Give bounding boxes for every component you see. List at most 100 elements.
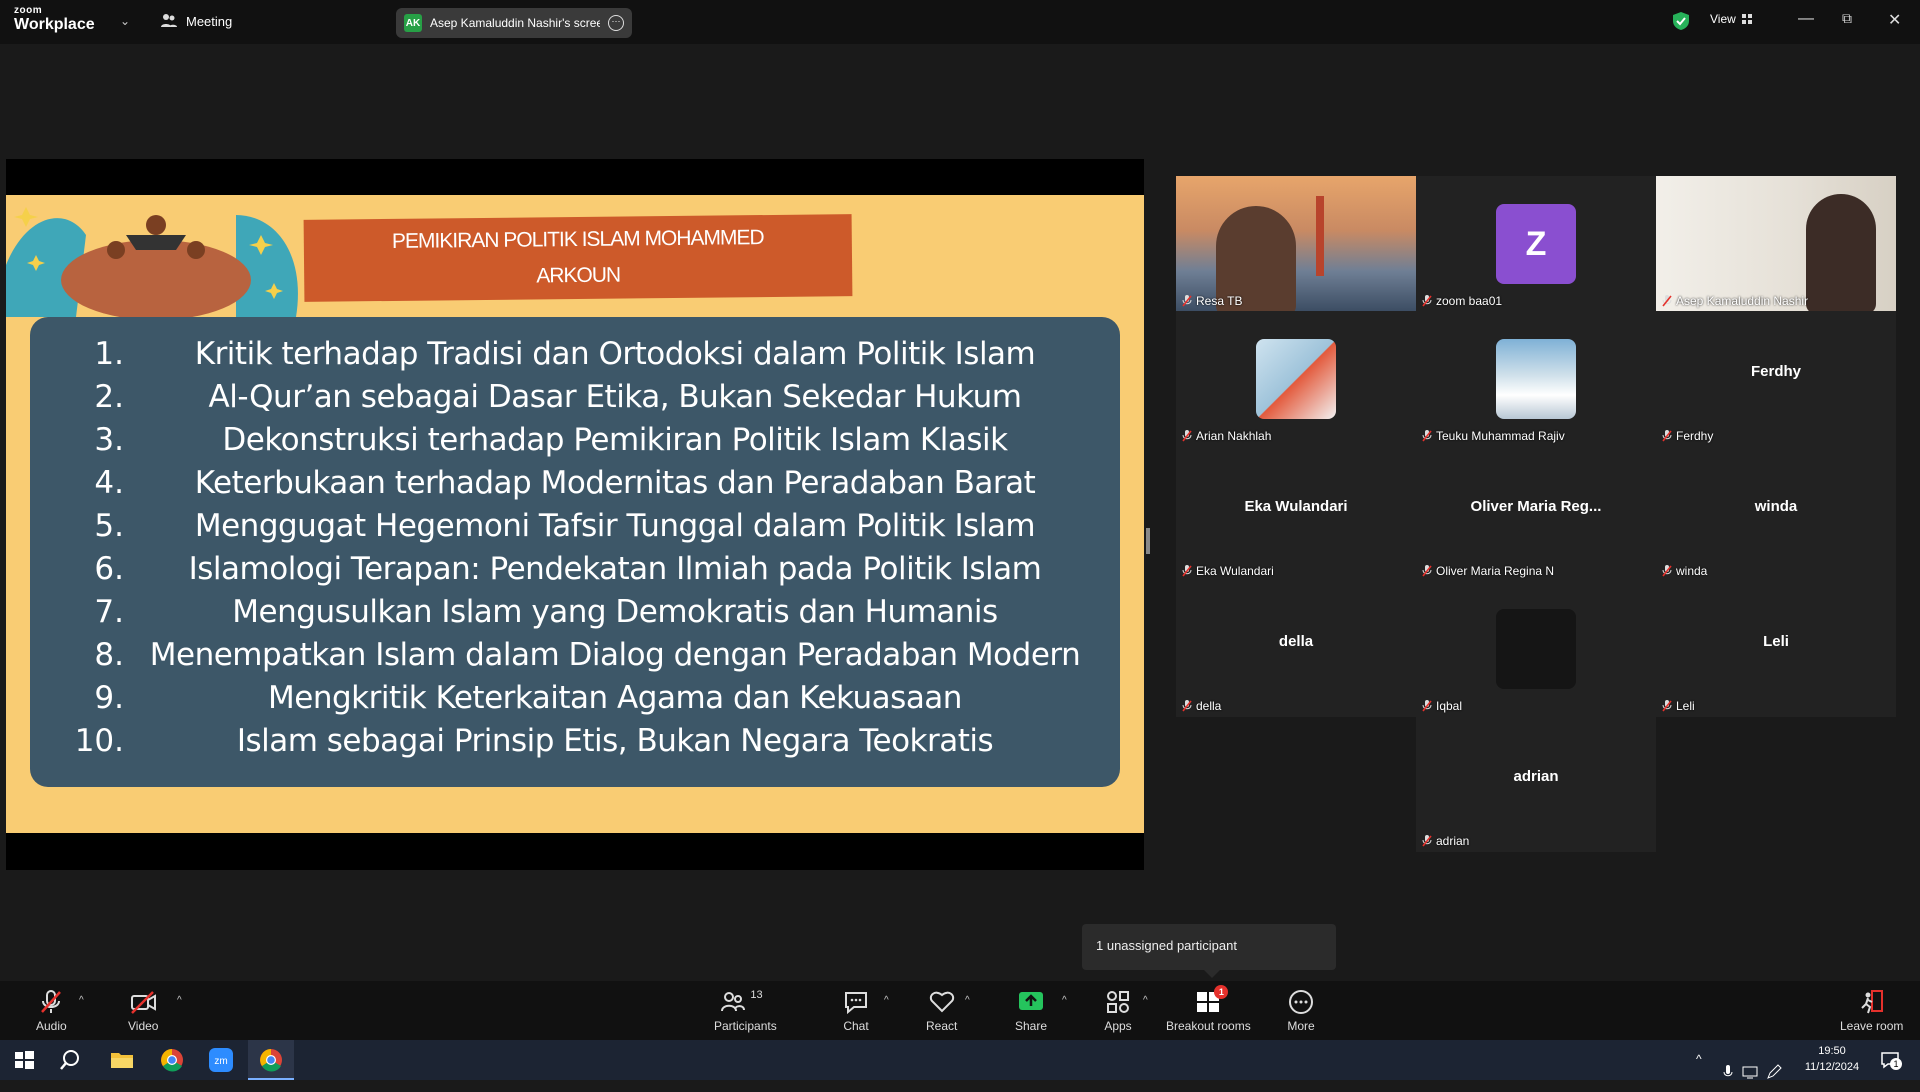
clock-date: 11/12/2024 [1804, 1061, 1860, 1073]
participant-tile[interactable]: della della [1176, 581, 1416, 717]
participants-button[interactable]: 13 Participants [714, 989, 777, 1033]
microphone-muted-icon [1182, 295, 1192, 307]
audio-label: Audio [36, 1019, 67, 1033]
restore-icon[interactable]: ⧉ [1842, 10, 1852, 27]
more-options-icon[interactable]: ··· [608, 15, 624, 31]
leave-room-icon [1858, 989, 1886, 1015]
participant-tile[interactable]: Iqbal [1416, 581, 1656, 717]
slide-title-line2: ARKOUN [536, 263, 621, 288]
screen-share-indicator[interactable]: AK Asep Kamaluddin Nashir's screen ··· [396, 8, 632, 38]
react-options-caret-icon[interactable]: ^ [965, 995, 970, 1006]
meeting-menu-button[interactable]: Meeting [160, 12, 232, 30]
participant-tile[interactable]: Resa TB [1176, 176, 1416, 312]
participant-tile[interactable]: winda winda [1656, 446, 1896, 582]
microphone-muted-icon [1182, 430, 1192, 442]
microphone-muted-icon [1422, 700, 1432, 712]
logo-workplace-text: Workplace [14, 16, 95, 33]
participant-tile[interactable]: Teuku Muhammad Rajiv [1416, 311, 1656, 447]
share-button[interactable]: Share [1015, 989, 1047, 1033]
participant-tile[interactable]: Zzoom baa01 [1416, 176, 1656, 312]
participant-name: Ferdhy [1676, 429, 1714, 443]
breakout-rooms-label: Breakout rooms [1166, 1019, 1251, 1033]
participant-tile[interactable]: Asep Kamaluddin Nashir [1656, 176, 1896, 312]
audio-button[interactable]: Audio [36, 989, 67, 1033]
participant-name: Teuku Muhammad Rajiv [1436, 429, 1565, 443]
participant-name-tag: Leli [1662, 699, 1695, 713]
windows-start-icon[interactable] [10, 1046, 38, 1074]
shield-check-icon[interactable] [1672, 11, 1690, 31]
chrome-active-icon [260, 1049, 282, 1072]
microphone-muted-icon [1662, 565, 1672, 577]
slide-numbered-list: 1. Kritik terhadap Tradisi dan Ortodoksi … [54, 333, 1096, 763]
participant-display-name: Ferdhy [1750, 363, 1801, 380]
participant-name: Iqbal [1436, 699, 1463, 713]
participant-video [1176, 176, 1416, 312]
participant-display-name: Leli [1763, 633, 1789, 650]
participant-tile[interactable]: Arian Nakhlah [1176, 311, 1416, 447]
slide-list-text: Menggugat Hegemoni Tafsir Tunggal dalam … [194, 508, 1036, 544]
tray-pen-icon[interactable] [1766, 1052, 1782, 1092]
participant-tile[interactable]: adrian adrian [1416, 716, 1656, 852]
presenter-initials-badge: AK [404, 14, 422, 32]
video-options-caret-icon[interactable]: ^ [177, 995, 182, 1006]
active-app-highlight[interactable] [248, 1040, 294, 1080]
more-icon [1287, 989, 1315, 1015]
leave-room-button[interactable]: Leave room [1840, 989, 1903, 1033]
tray-overflow-chevron-icon[interactable]: ^ [1696, 1052, 1702, 1092]
taskbar-clock[interactable]: 19:50 11/12/2024 [1792, 1043, 1872, 1075]
participant-tile[interactable]: Leli Leli [1656, 581, 1896, 717]
apps-options-caret-icon[interactable]: ^ [1143, 995, 1148, 1006]
audio-options-caret-icon[interactable]: ^ [79, 995, 84, 1006]
zoom-app-icon[interactable]: zm [207, 1046, 235, 1074]
heart-icon [928, 989, 956, 1015]
chat-options-caret-icon[interactable]: ^ [884, 995, 889, 1006]
participant-tile[interactable]: Ferdhy Ferdhy [1656, 311, 1896, 447]
tray-network-icon[interactable] [1742, 1052, 1760, 1092]
chevron-down-icon[interactable]: ⌄ [120, 14, 130, 28]
bridge-background [1316, 196, 1324, 276]
participant-display-name: Oliver Maria Reg... [1470, 498, 1602, 515]
participant-display-name: winda [1754, 498, 1798, 515]
breakout-notification-badge: 1 [1214, 985, 1229, 999]
microphone-muted-icon [37, 989, 65, 1015]
notification-center-button[interactable]: 1 [1880, 1050, 1902, 1070]
participant-name: della [1196, 699, 1222, 713]
participant-name-tag: winda [1662, 564, 1707, 578]
microphone-muted-icon [1662, 700, 1672, 712]
tray-microphone-icon[interactable] [1722, 1052, 1734, 1092]
participant-gallery: Resa TB Zzoom baa01 Asep Kamaluddin Nashir… [1176, 176, 1898, 852]
view-label: View [1710, 12, 1736, 26]
more-button[interactable]: More [1287, 989, 1315, 1033]
microphone-muted-icon [1182, 700, 1192, 712]
react-button[interactable]: React [926, 989, 957, 1033]
share-options-caret-icon[interactable]: ^ [1062, 995, 1067, 1006]
slide-list-item: 6. Islamologi Terapan: Pendekatan Ilmiah … [54, 548, 1096, 591]
participant-tile[interactable]: Oliver Maria Reg... Oliver Maria Regina N [1416, 446, 1656, 582]
camera-off-icon [129, 989, 157, 1015]
close-icon[interactable]: ✕ [1888, 10, 1901, 30]
slide-list-number: 4. [94, 465, 124, 501]
microphone-muted-icon [1422, 430, 1432, 442]
slide-list-number: 8. [94, 637, 124, 673]
slide-list-item: 9. Mengkritik Keterkaitan Agama dan Kekua… [54, 677, 1096, 720]
slide-list-text: Mengusulkan Islam yang Demokratis dan Hu… [232, 594, 998, 630]
resize-splitter-handle[interactable] [1146, 528, 1150, 554]
microphone-muted-icon [1182, 565, 1192, 577]
slide-list-number: 9. [94, 680, 124, 716]
participant-display-name: della [1278, 633, 1314, 650]
search-icon[interactable] [58, 1046, 86, 1074]
title-bar: zoom Workplace ⌄ Meeting AK Asep Kamalud… [0, 0, 1920, 44]
apps-button[interactable]: Apps [1104, 989, 1132, 1033]
chrome-icon[interactable] [158, 1046, 186, 1074]
react-label: React [926, 1019, 958, 1033]
slide-list-number: 5. [94, 508, 124, 544]
video-button[interactable]: Video [128, 989, 158, 1033]
participant-tile[interactable]: Eka Wulandari Eka Wulandari [1176, 446, 1416, 582]
view-button[interactable]: View [1710, 12, 1752, 26]
breakout-rooms-button[interactable]: 1 Breakout rooms [1166, 985, 1251, 1033]
participant-name-tag: Iqbal [1422, 699, 1462, 713]
file-explorer-icon[interactable] [108, 1046, 136, 1074]
minimize-icon[interactable]: — [1798, 10, 1814, 28]
participant-avatar [1496, 339, 1576, 419]
chat-button[interactable]: Chat [842, 989, 870, 1033]
